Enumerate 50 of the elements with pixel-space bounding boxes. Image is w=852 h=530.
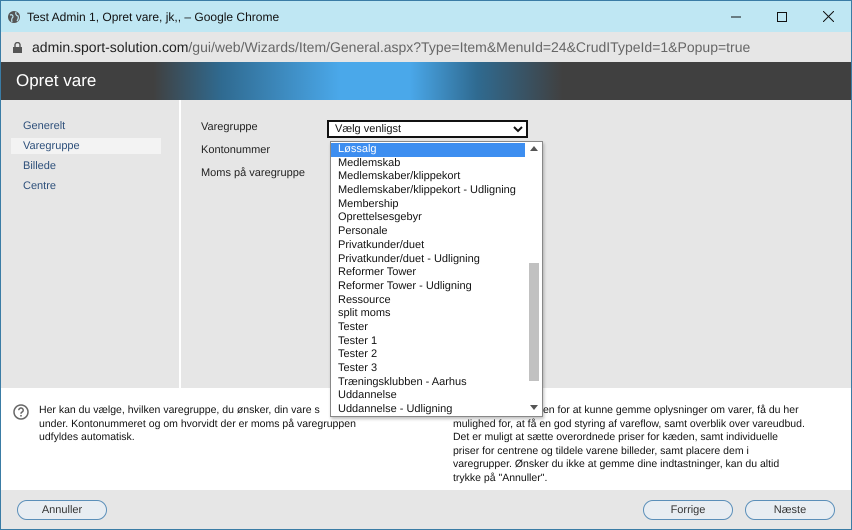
help-text-line: Her kan du vælge, hvilken varegruppe, du ønsker, din vare s [39, 404, 320, 418]
dropdown-option[interactable]: Uddannelse - Udligning [331, 403, 525, 416]
dropdown-option[interactable]: Personale [331, 225, 525, 239]
scroll-down-icon[interactable] [530, 405, 538, 410]
maximize-icon[interactable] [777, 12, 787, 22]
dropdown-option[interactable]: Reformer Tower - Udligning [331, 280, 525, 294]
field-label: Kontonummer [201, 144, 272, 158]
close-icon[interactable] [822, 11, 834, 22]
globe-icon [7, 10, 21, 24]
help-text-line: mulighed for, at få en god styring af vareflow, samt overblik over vareudbud. [452, 418, 805, 431]
help-text-line: en for at kunne gemme oplysninger om varer, få du her [542, 404, 799, 418]
dropdown-option[interactable]: Medlemskab [331, 156, 525, 170]
dropdown-option[interactable]: Medlemskaber/klippekort [331, 170, 525, 184]
dropdown-option[interactable]: Tester 3 [331, 362, 525, 376]
help-text-line: udfyldes automatisk. [39, 431, 135, 444]
dropdown-option[interactable]: Tester [331, 320, 525, 335]
dropdown-option[interactable]: Membership [331, 198, 525, 212]
lock-icon [13, 42, 22, 52]
sidebar-item[interactable]: Billede [11, 158, 161, 174]
dropdown-option[interactable]: Reformer Tower [331, 266, 525, 280]
nav-button[interactable]: Forrige [643, 500, 733, 520]
dropdown-option[interactable]: Træningsklubben - Aarhus [331, 376, 525, 390]
dropdown-option[interactable]: Uddannelse [331, 389, 525, 404]
field-label: Varegruppe [201, 121, 259, 135]
dropdown-option[interactable]: Medlemskaber/klippekort - Udligning [331, 184, 525, 198]
dropdown-option[interactable]: Tester 2 [331, 348, 525, 362]
help-text-line: under. Kontonummeret og om hvorvidt der er moms på varegruppen [39, 418, 356, 431]
nav-button[interactable]: Næste [745, 500, 835, 520]
scrollbar-thumb[interactable] [528, 263, 538, 381]
help-text-line: priser for centrene og tildele varene billeder, samt placere dem i [452, 444, 749, 458]
dropdown-option[interactable]: Privatkunder/duet - Udligning [331, 252, 525, 266]
group-select[interactable]: Vælg venligst [328, 121, 527, 137]
dropdown-option[interactable]: Ressource [331, 294, 525, 308]
chevron-icon [513, 126, 523, 132]
cancel-button[interactable]: Annuller [17, 500, 107, 520]
sidebar-item[interactable]: Centre [11, 178, 161, 194]
help-text-line: Det er muligt at sætte overordnede priser for kæden, samt individuelle [452, 431, 778, 444]
scroll-up-icon[interactable] [530, 146, 538, 151]
page-title: Opret vare [16, 71, 96, 91]
dropdown-option[interactable]: Tester 1 [331, 334, 525, 348]
help-text-line: varegrupper. Ønsker du ikke at gemme dine indtastninger, kan du altid [452, 458, 780, 472]
dropdown-option[interactable]: split moms [331, 307, 525, 321]
help-text-line: trykke på "Annuller". [452, 472, 548, 485]
sidebar-item[interactable]: Generelt [11, 118, 161, 134]
field-label: Moms på varegruppe [201, 167, 306, 181]
sidebar-item[interactable]: Varegruppe [11, 138, 161, 154]
dropdown-option[interactable]: Oprettelsesgebyr [331, 211, 525, 226]
help-icon [13, 404, 29, 420]
dropdown-option[interactable]: Privatkunder/duet [331, 238, 525, 252]
window-title: Test Admin 1, Opret vare, jk,, – Google Chrome [27, 10, 280, 24]
